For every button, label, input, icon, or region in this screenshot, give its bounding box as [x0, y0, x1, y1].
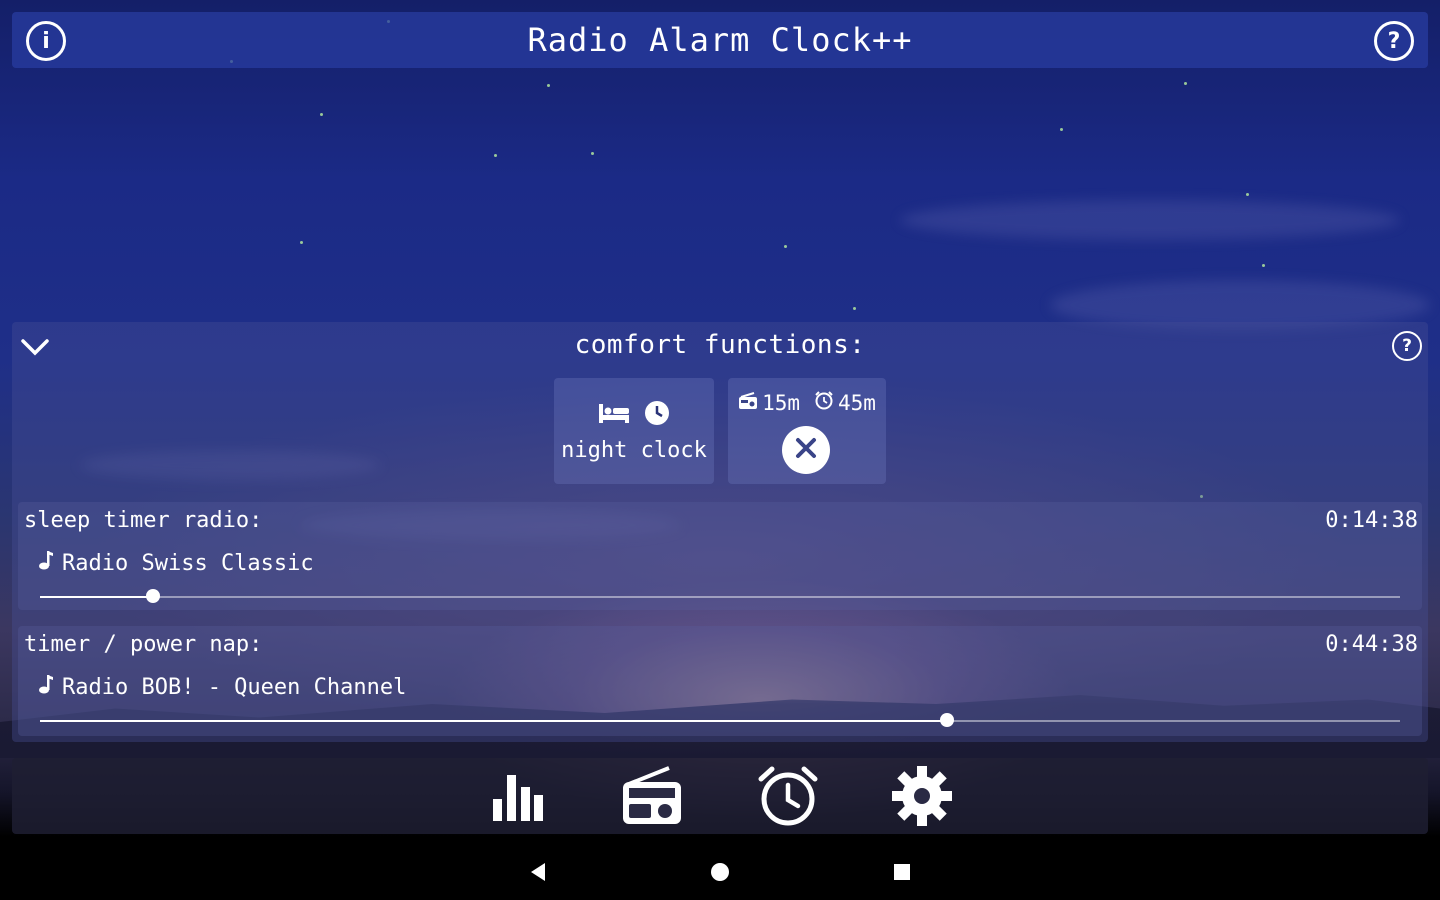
- active-timers-box: 15m 45m: [728, 378, 886, 484]
- sleep-timer-remaining: 0:14:38: [1325, 508, 1418, 533]
- radio-icon: [738, 391, 758, 415]
- app-title: Radio Alarm Clock++: [527, 21, 913, 59]
- sleep-timer-station[interactable]: Radio Swiss Classic: [38, 550, 314, 576]
- comfort-functions-title: comfort functions:: [574, 330, 866, 360]
- power-nap-station[interactable]: Radio BOB! - Queen Channel: [38, 674, 406, 700]
- music-note-icon: [38, 550, 54, 576]
- sleep-timer-slider[interactable]: [40, 589, 1400, 603]
- bottom-toolbar: [12, 758, 1428, 834]
- slider-thumb[interactable]: [145, 589, 160, 603]
- alarm-duration: 45m: [838, 390, 876, 415]
- slider-fill: [40, 720, 948, 722]
- clock-icon: [644, 400, 670, 430]
- power-nap-card: timer / power nap: 0:44:38 Radio BOB! - …: [18, 626, 1422, 736]
- equalizer-icon[interactable]: [486, 764, 550, 828]
- night-clock-button[interactable]: night clock: [554, 378, 714, 484]
- title-bar: i Radio Alarm Clock++ ?: [12, 12, 1428, 68]
- cancel-timers-button[interactable]: [782, 426, 830, 474]
- home-icon[interactable]: [710, 862, 730, 882]
- sleep-timer-card: sleep timer radio: 0:14:38 Radio Swiss C…: [18, 502, 1422, 610]
- power-nap-title: timer / power nap:: [24, 632, 263, 657]
- night-clock-label: night clock: [561, 438, 707, 463]
- alarm-clock-icon: [814, 390, 834, 415]
- recents-icon[interactable]: [892, 862, 912, 882]
- comfort-functions-panel: comfort functions: ? night clock 15m 45m: [12, 322, 1428, 742]
- system-navigation-bar: [0, 840, 1440, 900]
- settings-gear-icon[interactable]: [890, 764, 954, 828]
- info-icon[interactable]: i: [26, 21, 66, 61]
- slider-thumb[interactable]: [940, 713, 955, 727]
- music-note-icon: [38, 674, 54, 700]
- sleep-timer-title: sleep timer radio:: [24, 508, 263, 533]
- power-nap-remaining: 0:44:38: [1325, 632, 1418, 657]
- close-icon: [793, 435, 819, 465]
- station-name: Radio Swiss Classic: [62, 550, 314, 576]
- alarm-clock-icon[interactable]: [756, 764, 820, 828]
- radio-duration: 15m: [762, 390, 800, 415]
- slider-fill: [40, 596, 153, 598]
- back-icon[interactable]: [528, 862, 548, 882]
- power-nap-slider[interactable]: [40, 713, 1400, 727]
- help-icon[interactable]: ?: [1374, 21, 1414, 61]
- station-name: Radio BOB! - Queen Channel: [62, 674, 407, 700]
- help-icon[interactable]: ?: [1392, 331, 1422, 361]
- radio-icon[interactable]: [620, 764, 684, 828]
- bed-icon: [598, 402, 630, 428]
